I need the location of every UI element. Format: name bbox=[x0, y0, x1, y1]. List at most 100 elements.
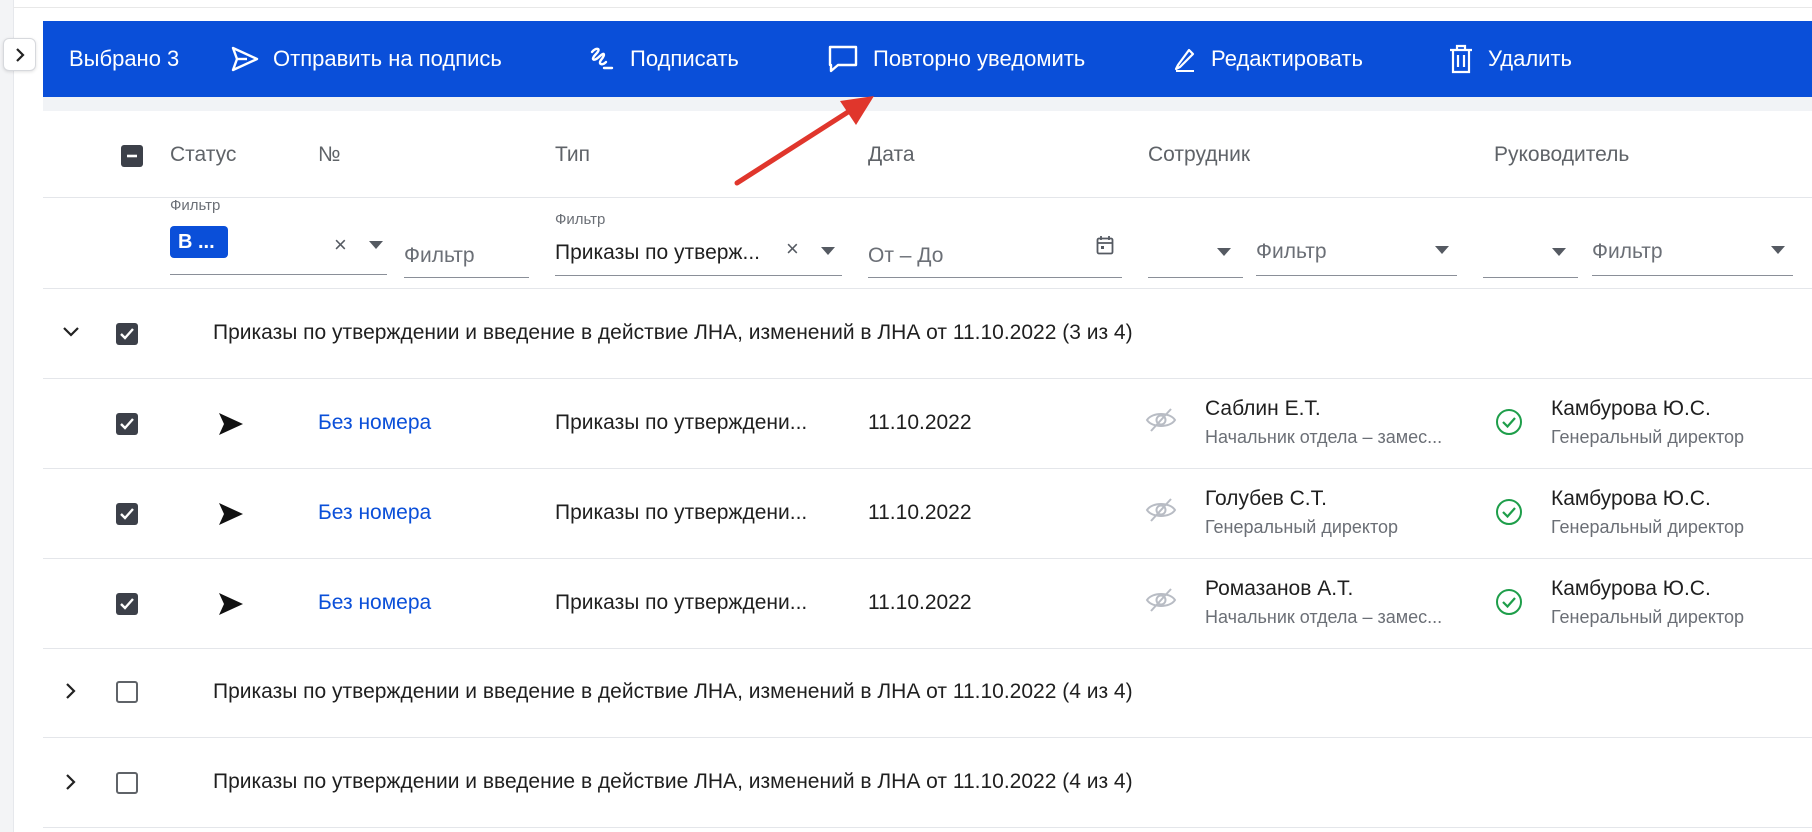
group-checkbox[interactable] bbox=[116, 772, 138, 794]
delete-label: Удалить bbox=[1488, 46, 1572, 71]
status-filter-chip[interactable]: В ... bbox=[170, 226, 228, 258]
sent-status-icon bbox=[219, 593, 243, 615]
type-filter-underline bbox=[555, 275, 842, 276]
column-status[interactable]: Статус bbox=[170, 143, 236, 167]
table-row[interactable]: Без номера Приказы по утверждени... 11.1… bbox=[43, 559, 1812, 649]
row-checkbox[interactable] bbox=[116, 503, 138, 525]
document-number-link[interactable]: Без номера bbox=[318, 591, 431, 615]
group-checkbox[interactable] bbox=[116, 681, 138, 703]
sign-label: Подписать bbox=[630, 46, 739, 71]
type-filter-clear-icon[interactable]: × bbox=[786, 236, 799, 262]
date-range-underline bbox=[868, 277, 1122, 278]
type-filter-dropdown-icon[interactable] bbox=[821, 247, 835, 255]
manager-role: Генеральный директор bbox=[1551, 517, 1745, 537]
group-row[interactable]: Приказы по утверждении и введение в дейс… bbox=[43, 738, 1812, 828]
renotify-button[interactable]: Повторно уведомить bbox=[827, 21, 1085, 97]
column-date[interactable]: Дата bbox=[868, 143, 915, 167]
manager-role: Генеральный директор bbox=[1551, 427, 1745, 447]
check-circle-icon bbox=[1496, 589, 1522, 615]
expand-sidebar-button[interactable] bbox=[3, 38, 36, 71]
check-circle-icon bbox=[1496, 499, 1522, 525]
document-number-link[interactable]: Без номера bbox=[318, 501, 431, 525]
employee-status-dropdown-icon[interactable] bbox=[1217, 248, 1231, 256]
renotify-label: Повторно уведомить bbox=[873, 46, 1086, 71]
status-filter-underline bbox=[170, 274, 387, 275]
edit-label: Редактировать bbox=[1211, 46, 1363, 71]
document-date: 11.10.2022 bbox=[868, 591, 972, 614]
column-type[interactable]: Тип bbox=[555, 143, 590, 167]
manager-filter-underline bbox=[1592, 275, 1793, 276]
calendar-icon[interactable] bbox=[1096, 235, 1114, 255]
manager-status-dropdown-icon[interactable] bbox=[1552, 248, 1566, 256]
employee-filter-input[interactable]: Фильтр bbox=[1256, 240, 1327, 264]
eye-off-icon bbox=[1145, 408, 1177, 432]
row-checkbox[interactable] bbox=[116, 593, 138, 615]
sent-status-icon bbox=[219, 413, 243, 435]
manager-status-underline bbox=[1483, 277, 1578, 278]
eye-off-icon bbox=[1145, 588, 1177, 612]
table-row[interactable]: Без номера Приказы по утверждени... 11.1… bbox=[43, 379, 1812, 469]
pencil-icon bbox=[1174, 48, 1195, 72]
edit-button[interactable]: Редактировать bbox=[1173, 21, 1363, 97]
group-row[interactable]: Приказы по утверждении и введение в дейс… bbox=[43, 289, 1812, 379]
send-for-signature-button[interactable]: Отправить на подпись bbox=[231, 21, 502, 97]
selection-action-bar: Выбрано 3 Отправить на подпись Подписать… bbox=[43, 21, 1812, 97]
bar-spacer bbox=[43, 97, 1812, 111]
employee-role: Начальник отдела – замес... bbox=[1205, 427, 1443, 447]
sent-status-icon bbox=[219, 503, 243, 525]
employee-filter-underline bbox=[1256, 275, 1457, 276]
table-row[interactable]: Без номера Приказы по утверждени... 11.1… bbox=[43, 469, 1812, 559]
check-icon bbox=[120, 328, 134, 340]
document-date: 11.10.2022 bbox=[868, 411, 972, 434]
employee-status-underline bbox=[1148, 277, 1243, 278]
group-checkbox[interactable] bbox=[116, 323, 138, 345]
column-manager[interactable]: Руководитель bbox=[1494, 143, 1629, 167]
manager-name: Камбурова Ю.С. bbox=[1551, 397, 1711, 420]
manager-name: Камбурова Ю.С. bbox=[1551, 487, 1711, 510]
number-filter-underline bbox=[404, 277, 529, 278]
check-icon bbox=[120, 598, 134, 610]
send-for-signature-label: Отправить на подпись bbox=[273, 46, 502, 71]
indeterminate-icon bbox=[127, 154, 137, 158]
employee-filter-dropdown-icon[interactable] bbox=[1435, 246, 1449, 254]
chevron-right-icon[interactable] bbox=[65, 773, 77, 791]
group-title: Приказы по утверждении и введение в дейс… bbox=[213, 770, 1133, 793]
status-filter-dropdown-icon[interactable] bbox=[369, 241, 383, 249]
type-filter-label: Фильтр bbox=[555, 211, 606, 228]
row-checkbox[interactable] bbox=[116, 413, 138, 435]
manager-filter-dropdown-icon[interactable] bbox=[1771, 246, 1785, 254]
employee-name: Саблин Е.Т. bbox=[1205, 397, 1321, 420]
delete-button[interactable]: Удалить bbox=[1448, 21, 1572, 97]
sign-button[interactable]: Подписать bbox=[586, 21, 739, 97]
selected-count: Выбрано 3 bbox=[69, 46, 180, 71]
check-circle-icon bbox=[1496, 409, 1522, 435]
employee-role: Генеральный директор bbox=[1205, 517, 1399, 537]
employee-role: Начальник отдела – замес... bbox=[1205, 607, 1443, 627]
chevron-right-icon bbox=[15, 47, 25, 62]
top-divider bbox=[13, 7, 1812, 8]
column-employee[interactable]: Сотрудник bbox=[1148, 143, 1250, 167]
manager-filter-input[interactable]: Фильтр bbox=[1592, 240, 1663, 264]
document-number-link[interactable]: Без номера bbox=[318, 411, 431, 435]
status-filter-label: Фильтр bbox=[170, 197, 221, 214]
signature-icon bbox=[590, 47, 614, 70]
employee-name: Голубев С.Т. bbox=[1205, 487, 1327, 510]
manager-name: Камбурова Ю.С. bbox=[1551, 577, 1711, 600]
document-type: Приказы по утверждени... bbox=[555, 501, 808, 524]
group-row[interactable]: Приказы по утверждении и введение в дейс… bbox=[43, 649, 1812, 738]
chevron-down-icon[interactable] bbox=[62, 326, 80, 338]
left-rail bbox=[0, 0, 14, 832]
status-filter-clear-icon[interactable]: × bbox=[334, 232, 347, 258]
select-all-checkbox[interactable] bbox=[121, 145, 143, 167]
number-filter-input[interactable]: Фильтр bbox=[404, 244, 475, 268]
column-number[interactable]: № bbox=[318, 143, 341, 167]
document-type: Приказы по утверждени... bbox=[555, 591, 808, 614]
document-date: 11.10.2022 bbox=[868, 501, 972, 524]
group-title: Приказы по утверждении и введение в дейс… bbox=[213, 321, 1133, 344]
chevron-right-icon[interactable] bbox=[65, 682, 77, 700]
employee-name: Ромазанов А.Т. bbox=[1205, 577, 1354, 600]
comment-icon bbox=[828, 45, 858, 73]
document-type: Приказы по утверждени... bbox=[555, 411, 808, 434]
type-filter-value[interactable]: Приказы по утверж... bbox=[555, 241, 760, 265]
date-range-input[interactable]: От – До bbox=[868, 244, 943, 268]
